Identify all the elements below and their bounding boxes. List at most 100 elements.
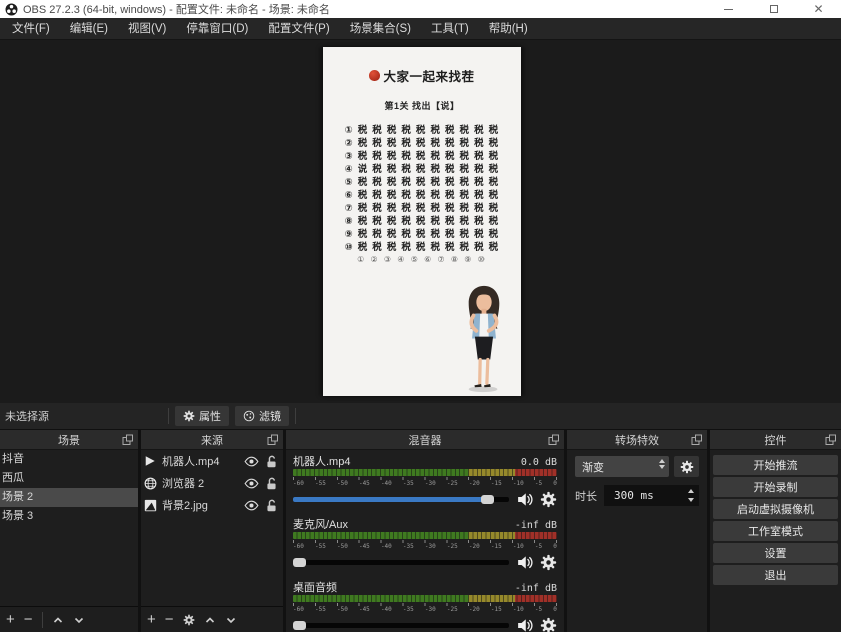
dock-area: 场景 抖音 西瓜 场景 2 场景 3 + − 来源 — [0, 430, 841, 632]
menu-bar: 文件(F) 编辑(E) 视图(V) 停靠窗口(D) 配置文件(P) 场景集合(S… — [0, 18, 841, 40]
source-item-image[interactable]: 背景2.jpg — [141, 494, 283, 516]
exit-button[interactable]: 退出 — [713, 565, 838, 585]
source-label: 背景2.jpg — [162, 497, 239, 513]
add-scene-button[interactable]: + — [6, 612, 15, 627]
gear-icon — [680, 460, 694, 474]
transition-selected-value: 渐变 — [582, 459, 604, 475]
scene-item-xigua[interactable]: 西瓜 — [0, 469, 138, 488]
duration-spinner[interactable] — [684, 487, 697, 504]
transition-select[interactable]: 渐变 — [575, 456, 669, 477]
preview-area[interactable]: 大家一起来找茬 第1关 找出【说】 ① 税 税 税 税 税 税 税 税 税 税 … — [0, 40, 841, 403]
properties-button[interactable]: 属性 — [175, 406, 229, 426]
slider-handle[interactable] — [293, 621, 306, 630]
slider-handle[interactable] — [481, 495, 494, 504]
controls-panel-title: 控件 — [765, 432, 787, 448]
toolbar-separator — [42, 612, 43, 628]
visibility-eye-icon[interactable] — [244, 477, 259, 490]
channel-settings-gear-icon[interactable] — [540, 491, 557, 508]
db-scale: -60-55-50-45-40-35-30-25-20-15-10-50 — [293, 480, 557, 488]
move-source-up-button[interactable] — [204, 614, 216, 626]
db-scale: -60-55-50-45-40-35-30-25-20-15-10-50 — [293, 606, 557, 614]
puzzle-row: ⑦ 税 税 税 税 税 税 税 税 税 税 — [323, 202, 521, 215]
duration-input[interactable]: 300 ms — [604, 485, 699, 506]
unlock-icon[interactable] — [264, 455, 279, 468]
unlock-icon[interactable] — [264, 477, 279, 490]
scenes-panel-title: 场景 — [58, 432, 80, 448]
volume-slider[interactable] — [293, 495, 509, 504]
sources-panel-title: 来源 — [201, 432, 223, 448]
menu-edit[interactable]: 编辑(E) — [60, 18, 118, 40]
unlock-icon[interactable] — [264, 499, 279, 512]
scene-item-douyin[interactable]: 抖音 — [0, 450, 138, 469]
source-item-media[interactable]: 机器人.mp4 — [141, 450, 283, 472]
popout-icon[interactable] — [122, 434, 134, 446]
volume-slider[interactable] — [293, 621, 509, 630]
menu-tools[interactable]: 工具(T) — [421, 18, 479, 40]
source-properties-gear-icon[interactable] — [183, 614, 195, 626]
channel-name: 桌面音频 — [293, 579, 337, 595]
mixer-panel: 混音器 机器人.mp4 0.0 dB -60-55-50-45-40-35-30… — [286, 430, 564, 632]
select-spinner-icon — [659, 459, 665, 469]
speaker-icon[interactable] — [516, 617, 533, 632]
filter-sphere-icon — [243, 410, 255, 422]
transitions-panel: 转场特效 渐变 — [567, 430, 707, 632]
move-scene-up-button[interactable] — [52, 614, 64, 626]
scene-item-scene3[interactable]: 场景 3 — [0, 507, 138, 526]
menu-help[interactable]: 帮助(H) — [479, 18, 538, 40]
popout-icon[interactable] — [548, 434, 560, 446]
add-source-button[interactable]: + — [147, 612, 156, 627]
settings-button[interactable]: 设置 — [713, 543, 838, 563]
speaker-icon[interactable] — [516, 491, 533, 508]
volume-slider[interactable] — [293, 558, 509, 567]
studio-mode-button[interactable]: 工作室模式 — [713, 521, 838, 541]
visibility-eye-icon[interactable] — [244, 499, 259, 512]
toolbar-separator — [168, 408, 169, 424]
transition-settings-button[interactable] — [674, 456, 699, 477]
game-subtitle: 第1关 找出【说】 — [323, 99, 521, 112]
close-button[interactable]: ✕ — [796, 0, 841, 18]
remove-scene-button[interactable]: − — [24, 612, 33, 627]
sources-panel: 来源 机器人.mp4 — [141, 430, 283, 632]
menu-scene-collection[interactable]: 场景集合(S) — [340, 18, 421, 40]
channel-settings-gear-icon[interactable] — [540, 554, 557, 571]
start-recording-button[interactable]: 开始录制 — [713, 477, 838, 497]
visibility-eye-icon[interactable] — [244, 455, 259, 468]
source-item-browser[interactable]: 浏览器 2 — [141, 472, 283, 494]
filters-button[interactable]: 滤镜 — [235, 406, 289, 426]
title-bar: OBS 27.2.3 (64-bit, windows) - 配置文件: 未命名… — [0, 0, 841, 18]
minimize-button[interactable] — [706, 0, 751, 18]
popout-icon[interactable] — [267, 434, 279, 446]
channel-db-value: -inf dB — [515, 520, 557, 531]
puzzle-row: ⑤ 税 税 税 税 税 税 税 税 税 税 — [323, 176, 521, 189]
presenter-character — [455, 283, 513, 394]
channel-name: 机器人.mp4 — [293, 453, 350, 469]
move-source-down-button[interactable] — [225, 614, 237, 626]
selected-source-status: 未选择源 — [5, 408, 49, 424]
maximize-button[interactable] — [751, 0, 796, 18]
menu-profile[interactable]: 配置文件(P) — [258, 18, 339, 40]
source-label: 机器人.mp4 — [162, 453, 239, 469]
video-canvas[interactable]: 大家一起来找茬 第1关 找出【说】 ① 税 税 税 税 税 税 税 税 税 税 … — [323, 47, 521, 396]
puzzle-column-numbers: ① ② ③ ④ ⑤ ⑥ ⑦ ⑧ ⑨ ⑩ — [323, 255, 521, 264]
duration-label: 时长 — [575, 488, 597, 504]
start-virtual-camera-button[interactable]: 启动虚拟摄像机 — [713, 499, 838, 519]
start-streaming-button[interactable]: 开始推流 — [713, 455, 838, 475]
remove-source-button[interactable]: − — [165, 612, 174, 627]
game-badge-icon — [369, 70, 380, 81]
image-icon — [143, 498, 157, 512]
menu-view[interactable]: 视图(V) — [118, 18, 176, 40]
popout-icon[interactable] — [825, 434, 837, 446]
menu-docks[interactable]: 停靠窗口(D) — [176, 18, 258, 40]
channel-settings-gear-icon[interactable] — [540, 617, 557, 632]
puzzle-row: ② 税 税 税 税 税 税 税 税 税 税 — [323, 137, 521, 150]
menu-file[interactable]: 文件(F) — [2, 18, 60, 40]
audio-level-meter — [293, 595, 557, 602]
scene-item-scene2[interactable]: 场景 2 — [0, 488, 138, 507]
mixer-channel-mic: 麦克风/Aux -inf dB -60-55-50-45-40-35-30-25… — [293, 516, 557, 572]
game-title: 大家一起来找茬 — [383, 66, 474, 85]
speaker-icon[interactable] — [516, 554, 533, 571]
move-scene-down-button[interactable] — [73, 614, 85, 626]
popout-icon[interactable] — [691, 434, 703, 446]
puzzle-row: ③ 税 税 税 税 税 税 税 税 税 税 — [323, 150, 521, 163]
slider-handle[interactable] — [293, 558, 306, 567]
